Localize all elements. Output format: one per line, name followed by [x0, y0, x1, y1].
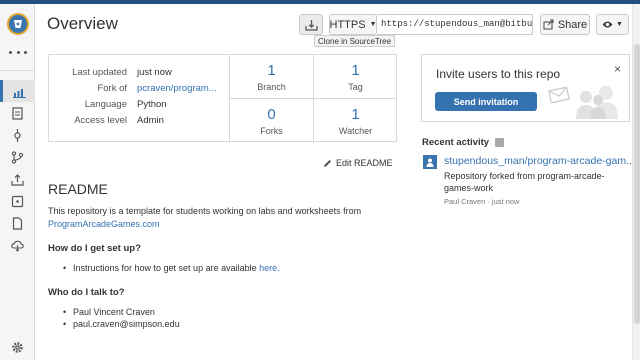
stat-count: 1 [267, 62, 276, 79]
branch-icon [11, 150, 24, 164]
info-value: Python [137, 99, 167, 110]
invite-panel: Invite users to this repo × Send invitat… [421, 54, 630, 122]
info-row-last-updated: Last updated just now [49, 65, 229, 81]
contact-email: paul.craven@simpson.edu [73, 319, 180, 329]
contact-heading: Who do I talk to? [48, 287, 125, 298]
commit-icon [14, 128, 21, 142]
sidebar-item-overview[interactable] [0, 80, 35, 102]
eye-icon [602, 21, 613, 28]
list-item: • Instructions for how to get set up are… [63, 263, 280, 273]
activity-meta: Paul Craven · just now [444, 197, 520, 206]
edit-readme-link[interactable]: Edit README [323, 158, 393, 168]
bitbucket-logo-icon[interactable] [7, 13, 29, 35]
close-icon[interactable]: × [614, 62, 621, 76]
page-title: Overview [47, 14, 118, 33]
edit-readme-label: Edit README [336, 158, 393, 168]
top-brand-bar [0, 0, 640, 4]
info-label: Language [84, 99, 127, 110]
setup-heading: How do I get set up? [48, 243, 141, 254]
stat-branch[interactable]: 1 Branch [229, 55, 313, 99]
clone-url-field[interactable]: https://stupendous_man@bitbucket.org/stu… [377, 14, 533, 35]
list-item: • paul.craven@simpson.edu [63, 319, 180, 329]
invite-title: Invite users to this repo [436, 67, 561, 81]
stat-label: Watcher [338, 126, 373, 136]
info-label: Last updated [72, 67, 127, 78]
setup-here-link[interactable]: here. [259, 263, 280, 273]
program-arcade-games-link[interactable]: ProgramArcadeGames.com [48, 219, 160, 229]
readme-intro: This repository is a template for studen… [48, 205, 388, 231]
gear-icon [12, 341, 23, 353]
chevron-down-icon: ▼ [369, 21, 377, 28]
protocol-label: HTTPS [329, 18, 366, 31]
sidebar-item-commits[interactable] [0, 124, 35, 146]
info-row-access-level: Access level Admin [49, 113, 229, 129]
sidebar-divider [0, 70, 35, 71]
sidebar-item-pull-requests[interactable] [0, 168, 35, 190]
scrollbar-thumb[interactable] [634, 44, 640, 324]
more-menu-icon[interactable] [9, 48, 27, 56]
info-row-fork-of: Fork of pcraven/program... [49, 81, 229, 97]
invite-users-illustration-icon [548, 86, 618, 119]
left-sidebar [0, 4, 35, 360]
list-item: • Paul Vincent Craven [63, 307, 155, 317]
bar-chart-icon [12, 88, 26, 98]
share-icon [543, 19, 554, 30]
setup-text: Instructions for how to get set up are a… [73, 263, 257, 273]
readme-intro-text: This repository is a template for studen… [48, 206, 362, 216]
stat-forks[interactable]: 0 Forks [229, 99, 313, 143]
clone-download-icon [304, 19, 318, 31]
stat-count: 1 [351, 62, 360, 79]
page-scrollbar[interactable] [632, 4, 640, 360]
document-icon [12, 216, 23, 230]
pencil-icon [324, 159, 331, 167]
sidebar-item-downloads[interactable] [0, 234, 35, 256]
readme-heading: README [48, 181, 108, 197]
clone-sourcetree-button[interactable] [299, 14, 323, 35]
user-avatar-icon [426, 158, 434, 167]
stat-count: 1 [351, 106, 360, 123]
info-label: Fork of [97, 83, 127, 94]
info-label: Access level [74, 115, 127, 126]
send-invitation-button[interactable]: Send invitation [435, 92, 537, 111]
info-row-language: Language Python [49, 97, 229, 113]
upload-tray-icon [11, 173, 24, 186]
protocol-dropdown[interactable]: HTTPS ▼ [329, 14, 377, 35]
activity-description: Repository forked from program-arcade-ga… [444, 171, 605, 193]
recent-activity-heading: Recent activity [422, 137, 505, 148]
sidebar-item-wiki[interactable] [0, 212, 35, 234]
issue-icon [11, 195, 24, 207]
stat-label: Branch [257, 82, 286, 92]
stat-label: Tag [348, 82, 363, 92]
chevron-down-icon: ▼ [616, 21, 623, 28]
info-value: just now [137, 67, 172, 78]
rss-icon[interactable] [495, 138, 505, 147]
stat-tag[interactable]: 1 Tag [313, 55, 397, 99]
stat-count: 0 [267, 106, 276, 123]
avatar [423, 155, 437, 169]
cloud-download-icon [11, 240, 24, 252]
info-value: Admin [137, 115, 164, 126]
sidebar-item-issues[interactable] [0, 190, 35, 212]
contact-name: Paul Vincent Craven [73, 307, 155, 317]
stat-watcher[interactable]: 1 Watcher [313, 99, 397, 143]
clone-tooltip: Clone in SourceTree [314, 35, 396, 47]
watch-dropdown[interactable]: ▼ [596, 14, 629, 35]
recent-activity-label: Recent activity [422, 137, 490, 148]
sidebar-item-branches[interactable] [0, 146, 35, 168]
sidebar-item-source[interactable] [0, 102, 35, 124]
sidebar-item-settings[interactable] [0, 336, 35, 358]
repo-info-panel: Last updated just now Fork of pcraven/pr… [48, 54, 397, 143]
activity-repo-link[interactable]: stupendous_man/program-arcade-gam... [444, 155, 635, 167]
share-label: Share [557, 18, 588, 31]
share-button[interactable]: Share [540, 14, 590, 35]
fork-of-link[interactable]: pcraven/program... [137, 83, 217, 94]
stat-label: Forks [260, 126, 283, 136]
file-icon [12, 106, 23, 120]
